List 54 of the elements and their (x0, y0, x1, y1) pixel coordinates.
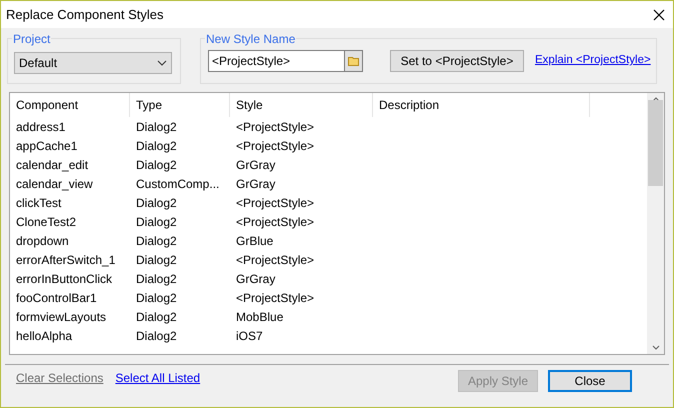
table-cell-text: GrBlue (235, 232, 274, 250)
folder-icon (348, 56, 360, 66)
link[interactable]: Select All Listed (115, 369, 200, 387)
table-cell-text: Dialog2 (135, 252, 178, 268)
browse-button[interactable] (345, 50, 363, 72)
table-cell-text: GrGray (235, 156, 276, 174)
explain-link[interactable]: Explain <ProjectStyle> (535, 52, 651, 70)
project-dropdown[interactable]: Default (14, 52, 172, 74)
table-cell-text: errorInButtonClick (15, 270, 114, 288)
table-cell-text: Dialog2 (135, 232, 178, 250)
table-cell-text: Dialog2 (135, 270, 178, 288)
table-cell-text: Dialog2 (135, 118, 178, 136)
close-icon[interactable] (653, 8, 665, 20)
table-cell-text: <ProjectStyle> (235, 214, 316, 230)
table-cell-text: Dialog2 (135, 214, 178, 230)
table-cell-text: GrGray (235, 270, 276, 288)
table-cell-text: appCache1 (15, 138, 78, 154)
style-name-field[interactable]: <ProjectStyle> (208, 50, 345, 72)
window-title: Replace Component Styles (6, 6, 164, 24)
table-cell-text: Dialog2 (135, 290, 178, 306)
scroll-thumb[interactable] (648, 100, 663, 186)
chevron-icon (157, 60, 167, 66)
table-cell-text: CloneTest2 (15, 214, 78, 230)
table-cell-text: errorAfterSwitch_1 (15, 252, 116, 268)
table-cell-text: iOS7 (235, 328, 264, 344)
column-header[interactable]: Component (10, 93, 130, 117)
table-cell-text: CustomComp... (135, 176, 220, 192)
table-cell-text: Dialog2 (135, 194, 178, 212)
table-cell-text: MobBlue (235, 308, 284, 326)
table-cell-text: clickTest (15, 194, 62, 212)
table-cell-text: <ProjectStyle> (235, 118, 316, 136)
table-cell-text: calendar_view (15, 176, 94, 192)
table-cell-text: <ProjectStyle> (235, 252, 316, 268)
dialog-button[interactable]: Close (548, 370, 632, 392)
scroll-down-icon[interactable] (652, 345, 660, 350)
table-cell-text: formviewLayouts (15, 308, 108, 326)
scrollbar[interactable] (647, 93, 664, 354)
table-cell-text: fooControlBar1 (15, 290, 98, 306)
table-cell-text: <ProjectStyle> (235, 290, 316, 306)
table-cell-text: dropdown (15, 232, 70, 250)
table-cell-text: Dialog2 (135, 328, 178, 344)
table-cell-text: address1 (15, 118, 66, 136)
table-cell-text: Dialog2 (135, 156, 178, 174)
table-cell-text: calendar_edit (15, 156, 90, 174)
column-header[interactable]: Type (130, 93, 230, 117)
column-header[interactable]: Style (230, 93, 373, 117)
table-cell-text: GrGray (235, 176, 276, 192)
set-style-button[interactable]: Set to <ProjectStyle> (390, 50, 524, 72)
table-cell-text: Dialog2 (135, 308, 178, 326)
table-cell-text: helloAlpha (15, 328, 74, 344)
table-cell-text: <ProjectStyle> (235, 194, 316, 212)
table-cell-text: <ProjectStyle> (235, 138, 316, 154)
column-header[interactable]: Description (373, 93, 590, 117)
table-cell-text: Dialog2 (135, 138, 178, 154)
